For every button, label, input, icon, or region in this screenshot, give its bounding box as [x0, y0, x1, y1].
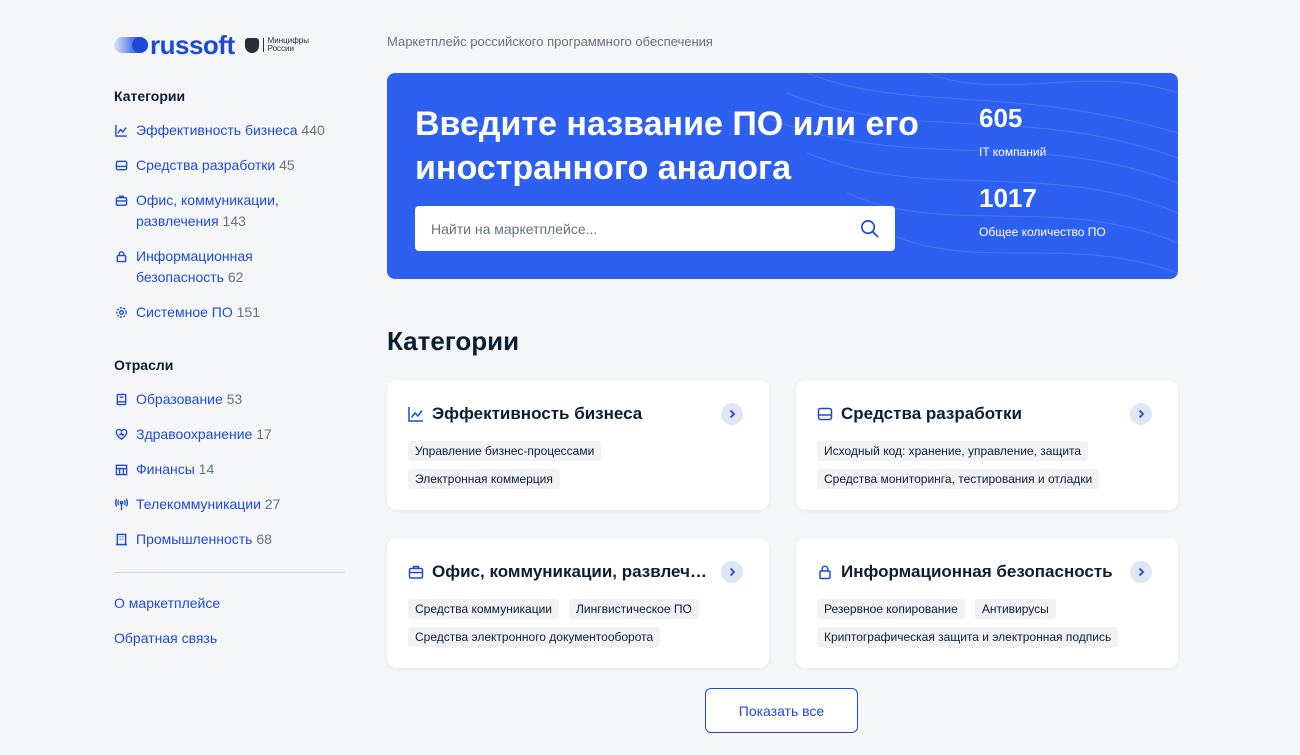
- russoft-logo[interactable]: russoft Минцифры России: [114, 30, 309, 60]
- sidebar-item-security[interactable]: Информационная безопасность 62: [114, 246, 276, 288]
- about-marketplace-link[interactable]: О маркетплейсе: [114, 595, 220, 611]
- logo-mark-icon: [114, 37, 148, 53]
- sidebar-item-count: 440: [301, 122, 325, 138]
- chevron-right-icon[interactable]: [721, 561, 743, 583]
- sidebar-item-count: 45: [279, 157, 295, 173]
- sidebar-item-label: Средства разработки: [136, 157, 276, 173]
- hero-banner: Введите название ПО или его иностранного…: [387, 73, 1178, 279]
- sidebar-item-label: Системное ПО: [136, 304, 233, 320]
- subcategory-tag[interactable]: Средства мониторинга, тестирования и отл…: [817, 469, 1100, 489]
- categories-heading: Категории: [387, 326, 520, 356]
- book-icon: [114, 389, 128, 410]
- sidebar-item-count: 151: [236, 304, 260, 320]
- dev-tools-icon: [114, 155, 128, 176]
- sidebar-item-finance[interactable]: Финансы 14: [114, 459, 336, 480]
- sidebar-item-count: 68: [256, 531, 272, 547]
- lock-icon: [114, 246, 128, 267]
- ministry-name: Минцифры России: [267, 36, 310, 53]
- sidebar-item-label: Образование: [136, 391, 223, 407]
- sidebar-item-healthcare[interactable]: Здравоохранение 17: [114, 424, 336, 445]
- chevron-right-icon[interactable]: [1130, 561, 1152, 583]
- sidebar-item-count: 143: [222, 213, 246, 229]
- subcategory-tag[interactable]: Резервное копирование: [817, 599, 965, 619]
- subcategory-tag[interactable]: Лингвистическое ПО: [569, 599, 699, 619]
- sidebar-item-count: 17: [256, 426, 272, 442]
- briefcase-icon: [114, 190, 128, 211]
- companies-count: 605: [979, 103, 1023, 133]
- search-input[interactable]: [415, 206, 855, 251]
- sidebar-item-dev-tools[interactable]: Средства разработки 45: [114, 155, 336, 176]
- subcategory-tag[interactable]: Антивирусы: [974, 599, 1056, 619]
- card-title: Эффективность бизнеса: [432, 404, 643, 423]
- sidebar-divider: [114, 572, 345, 573]
- subcategory-tag[interactable]: Управление бизнес-процессами: [408, 441, 602, 461]
- subcategory-tag[interactable]: Средства электронного документооборота: [408, 627, 661, 647]
- sidebar-item-count: 14: [198, 461, 215, 477]
- card-title: Средства разработки: [841, 404, 1022, 423]
- subcategory-tag[interactable]: Электронная коммерция: [408, 469, 560, 489]
- category-card-dev-tools[interactable]: Средства разработки Исходный код: хранен…: [796, 380, 1178, 510]
- dev-tools-icon: [817, 406, 833, 422]
- feedback-link[interactable]: Обратная связь: [114, 630, 217, 646]
- sidebar-item-label: Эффективность бизнеса: [136, 122, 298, 138]
- sidebar-industries-title: Отрасли: [114, 357, 174, 373]
- software-count: 1017: [979, 183, 1037, 213]
- sidebar-item-count: 27: [264, 496, 281, 512]
- search-icon[interactable]: [859, 218, 880, 239]
- sidebar-item-business[interactable]: Эффективность бизнеса 440: [114, 120, 336, 141]
- sidebar-item-count: 53: [226, 391, 243, 407]
- companies-label: IT компаний: [979, 145, 1047, 159]
- lock-icon: [817, 564, 833, 580]
- bank-icon: [114, 459, 128, 480]
- sidebar-item-education[interactable]: Образование 53: [114, 389, 336, 410]
- logo-brand-text: russoft: [150, 29, 235, 60]
- sidebar-item-industry[interactable]: Промышленность 68: [114, 529, 336, 550]
- antenna-icon: [114, 494, 128, 515]
- search-box: [415, 206, 895, 251]
- sidebar-item-system[interactable]: Системное ПО 151: [114, 302, 336, 323]
- gear-icon: [114, 302, 128, 323]
- software-label: Общее количество ПО: [979, 225, 1106, 239]
- page-subtitle: Маркетплейс российского программного обе…: [387, 34, 713, 49]
- sidebar-item-label: Здравоохранение: [136, 426, 253, 442]
- chart-line-icon: [408, 406, 424, 422]
- card-title: Информационная безопасность: [841, 562, 1113, 581]
- heart-icon: [114, 424, 128, 445]
- sidebar-item-telecom[interactable]: Телекоммуникации 27: [114, 494, 336, 515]
- sidebar-item-office[interactable]: Офис, коммуникации, развлечения 143: [114, 190, 296, 232]
- briefcase-icon: [408, 564, 424, 580]
- coat-of-arms-icon: [244, 37, 259, 53]
- hero-title: Введите название ПО или его иностранного…: [415, 105, 919, 187]
- sidebar: russoft Минцифры России Категории Эффект…: [0, 0, 359, 755]
- ministry-logo: Минцифры России: [244, 36, 310, 53]
- chart-line-icon: [114, 120, 128, 141]
- subcategory-tag[interactable]: Криптографическая защита и электронная п…: [817, 627, 1119, 647]
- category-card-business[interactable]: Эффективность бизнеса Управление бизнес-…: [387, 380, 769, 510]
- sidebar-item-label: Телекоммуникации: [136, 496, 261, 512]
- chevron-right-icon[interactable]: [721, 403, 743, 425]
- sidebar-item-label: Офис, коммуникации, развлечения: [136, 192, 279, 229]
- subcategory-tag[interactable]: Исходный код: хранение, управление, защи…: [817, 441, 1089, 461]
- sidebar-item-label: Финансы: [136, 461, 195, 477]
- subcategory-tag[interactable]: Средства коммуникации: [408, 599, 559, 619]
- show-all-button[interactable]: Показать все: [705, 688, 858, 733]
- chevron-right-icon[interactable]: [1130, 403, 1152, 425]
- sidebar-item-label: Промышленность: [136, 531, 253, 547]
- category-card-office[interactable]: Офис, коммуникации, развлечения Средства…: [387, 538, 769, 668]
- sidebar-categories-title: Категории: [114, 88, 186, 104]
- category-card-security[interactable]: Информационная безопасность Резервное ко…: [796, 538, 1178, 668]
- sidebar-item-count: 62: [227, 269, 244, 285]
- card-title: Офис, коммуникации, развлечения: [432, 562, 715, 581]
- building-icon: [114, 529, 128, 550]
- logo-divider: [262, 38, 264, 52]
